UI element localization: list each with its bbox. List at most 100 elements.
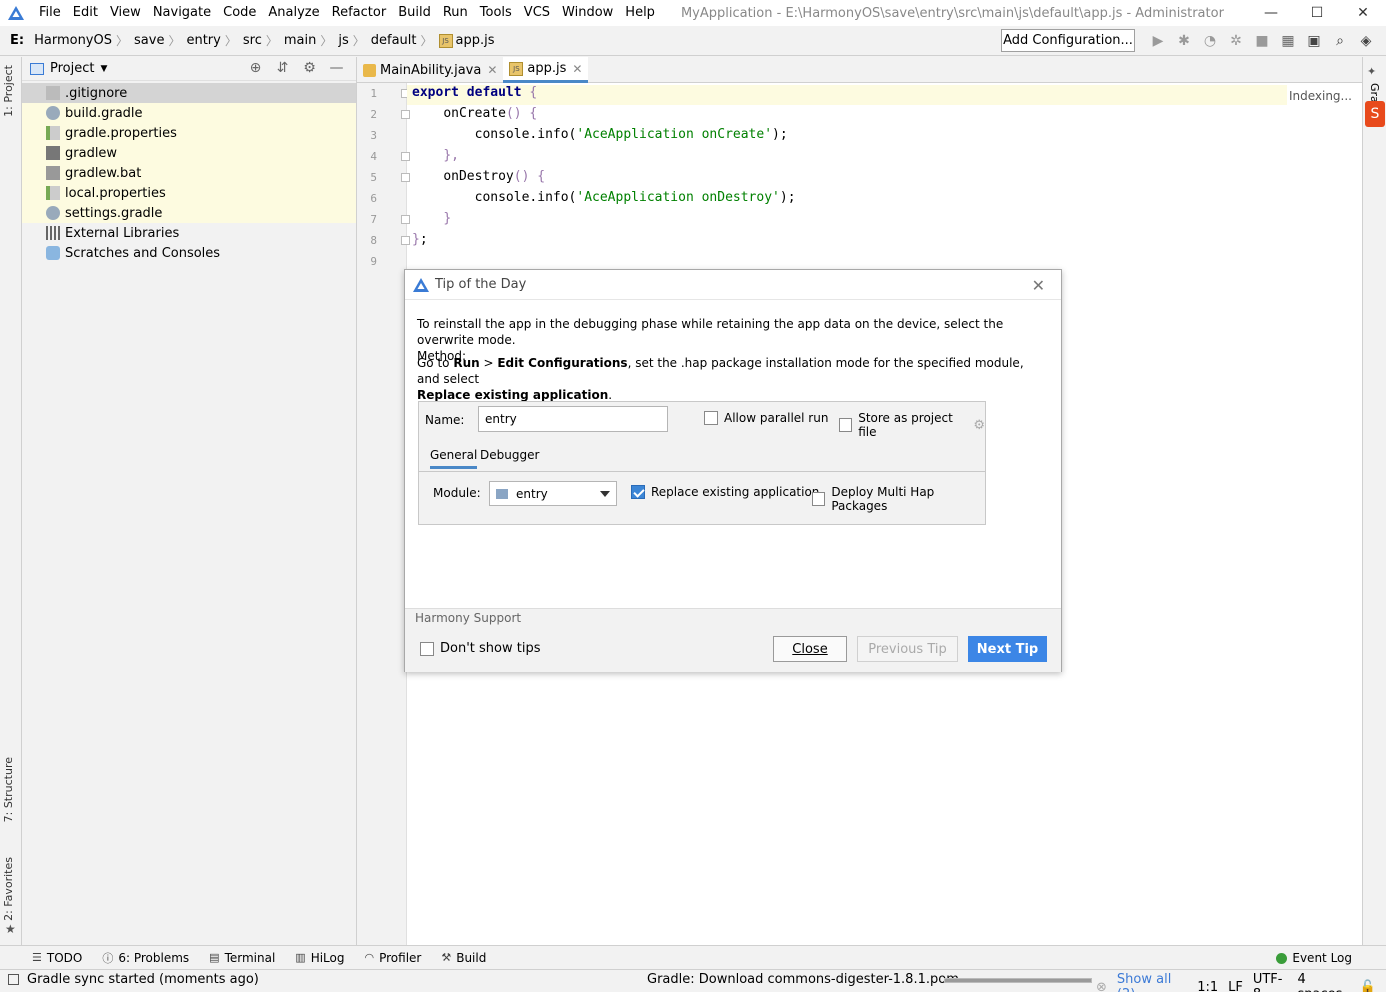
tree-item-external-libraries[interactable]: External Libraries [22, 223, 356, 243]
breadcrumb-file[interactable]: JS app.js [433, 33, 499, 48]
tree-item-scratches[interactable]: Scratches and Consoles [22, 243, 356, 263]
tree-item-local-properties[interactable]: local.properties [22, 183, 356, 203]
breadcrumb-item[interactable]: HarmonyOS [28, 33, 116, 48]
fold-marker-icon[interactable] [401, 215, 410, 224]
status-toggle-icon [8, 974, 19, 985]
module-select[interactable]: entry [489, 481, 617, 506]
fold-marker-icon[interactable] [401, 236, 410, 245]
todo-tool-button[interactable]: ☰ TODO [32, 951, 82, 965]
breadcrumb-item[interactable]: save [128, 33, 168, 48]
run-icon[interactable]: ▶ [1145, 30, 1171, 52]
menu-run[interactable]: Run [437, 0, 474, 26]
code-line-2: onCreate() { [412, 106, 537, 121]
minimize-button[interactable]: — [1248, 0, 1294, 26]
menu-build[interactable]: Build [392, 0, 437, 26]
name-field[interactable]: entry [478, 406, 668, 432]
menu-refactor[interactable]: Refactor [326, 0, 393, 26]
fold-marker-icon[interactable] [401, 152, 410, 161]
tree-item-build-gradle[interactable]: build.gradle [22, 103, 356, 123]
tree-item-gitignore[interactable]: .gitignore [22, 83, 356, 103]
close-icon[interactable]: ✕ [1032, 276, 1045, 295]
background-task-progress [944, 978, 1092, 983]
locate-icon[interactable]: ⊕ [242, 60, 269, 76]
code-brace: () [513, 169, 530, 184]
menu-vcs[interactable]: VCS [518, 0, 556, 26]
dont-show-tips-checkbox[interactable]: Don't show tips [420, 641, 540, 656]
menu-view[interactable]: View [104, 0, 147, 26]
replace-existing-checkbox[interactable]: Replace existing application [631, 485, 819, 499]
collapse-all-icon[interactable]: ⇵ [269, 60, 296, 76]
breadcrumb-drive[interactable]: E: [0, 33, 28, 48]
event-log-button[interactable]: Event Log [1276, 951, 1352, 965]
status-message[interactable]: Gradle sync started (moments ago) [8, 972, 259, 987]
coverage-icon[interactable]: ◔ [1197, 30, 1223, 52]
menu-help[interactable]: Help [619, 0, 661, 26]
tool-label: 6: Problems [118, 950, 190, 965]
device-manager-icon[interactable]: ▣ [1301, 30, 1327, 52]
code-brace: { [529, 106, 538, 121]
menu-analyze[interactable]: Analyze [262, 0, 325, 26]
breadcrumb-item[interactable]: entry [180, 33, 224, 48]
menu-navigate[interactable]: Navigate [147, 0, 217, 26]
structure-tool-tab[interactable]: 7: Structure [2, 757, 15, 822]
close-window-button[interactable]: ✕ [1340, 0, 1386, 26]
deploy-multi-checkbox[interactable]: Deploy Multi Hap Packages [812, 485, 985, 513]
breadcrumb-item[interactable]: src [237, 33, 266, 48]
tree-item-gradlew-bat[interactable]: gradlew.bat [22, 163, 356, 183]
profiler-tool-button[interactable]: ◠ Profiler [364, 951, 421, 965]
attach-debugger-icon[interactable]: ✲ [1223, 30, 1249, 52]
hilog-tool-button[interactable]: ▥ HiLog [295, 951, 344, 965]
problems-tool-button[interactable]: ⓘ 6: Problems [102, 950, 189, 966]
tab-app-js[interactable]: JS app.js ✕ [503, 57, 589, 83]
menu-tools[interactable]: Tools [474, 0, 518, 26]
tree-item-settings-gradle[interactable]: settings.gradle [22, 203, 356, 223]
menu-window[interactable]: Window [556, 0, 619, 26]
stop-icon[interactable]: ■ [1249, 30, 1275, 52]
indent-setting[interactable]: 4 spaces [1297, 972, 1349, 992]
store-project-checkbox[interactable]: Store as project file ⚙ [839, 411, 985, 439]
tab-main-ability[interactable]: MainAbility.java ✕ [357, 57, 503, 83]
allow-parallel-checkbox[interactable]: Allow parallel run [704, 411, 828, 425]
tree-item-gradlew[interactable]: gradlew [22, 143, 356, 163]
file-encoding[interactable]: UTF-8 [1253, 972, 1288, 992]
menu-file[interactable]: File [33, 0, 67, 26]
fold-marker-icon[interactable] [401, 173, 410, 182]
close-icon[interactable]: ✕ [487, 63, 497, 77]
close-button[interactable]: Close [773, 636, 847, 662]
line-separator[interactable]: LF [1228, 980, 1243, 992]
close-icon[interactable]: ✕ [572, 62, 582, 76]
menu-edit[interactable]: Edit [67, 0, 104, 26]
debug-icon[interactable]: ✱ [1171, 30, 1197, 52]
breadcrumb-item[interactable]: js [332, 33, 352, 48]
breadcrumb-item[interactable]: default [365, 33, 421, 48]
menu-code[interactable]: Code [217, 0, 262, 26]
breadcrumb-item[interactable]: main [278, 33, 320, 48]
js-file-icon: JS [438, 33, 453, 48]
build-tool-button[interactable]: ⚒ Build [441, 951, 486, 965]
chevron-right-icon: 〉 [116, 34, 129, 48]
search-icon[interactable]: ⌕ [1327, 30, 1353, 52]
hide-icon[interactable]: — [323, 60, 350, 76]
show-all-link[interactable]: Show all (2) [1117, 972, 1187, 992]
chevron-right-icon: 〉 [420, 34, 433, 48]
tab-general[interactable]: General [430, 448, 478, 469]
project-structure-icon[interactable]: ▦ [1275, 30, 1301, 52]
previous-tip-button[interactable]: Previous Tip [857, 636, 958, 662]
lock-icon[interactable]: 🔓 [1360, 980, 1376, 992]
sdk-manager-icon[interactable]: ◈ [1353, 30, 1379, 52]
gear-icon[interactable]: ⚙ [296, 60, 323, 76]
project-tool-tab[interactable]: 1: Project [2, 65, 15, 117]
favorites-tool-tab[interactable]: 2: Favorites [2, 857, 15, 921]
maximize-button[interactable]: ☐ [1294, 0, 1340, 26]
terminal-tool-button[interactable]: ▤ Terminal [209, 951, 275, 965]
fold-marker-icon[interactable] [401, 110, 410, 119]
cancel-task-icon[interactable]: ⊗ [1096, 980, 1107, 992]
gradle-tool-tab[interactable]: Gra [1368, 83, 1381, 103]
tree-item-gradle-properties[interactable]: gradle.properties [22, 123, 356, 143]
caret-position[interactable]: 1:1 [1197, 980, 1218, 992]
project-view-selector[interactable]: Project ▼ [30, 61, 107, 76]
add-configuration-button[interactable]: Add Configuration... [1001, 29, 1135, 52]
next-tip-button[interactable]: Next Tip [968, 636, 1047, 662]
tab-debugger[interactable]: Debugger [480, 448, 539, 462]
checkbox-label: Don't show tips [440, 641, 541, 656]
